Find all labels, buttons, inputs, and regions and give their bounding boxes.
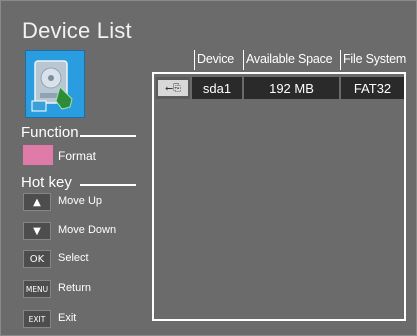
- column-header-filesystem: File System: [343, 52, 407, 66]
- filesystem-cell: FAT32: [341, 77, 404, 99]
- arrow-up-icon[interactable]: ▲: [23, 193, 51, 211]
- menu-key[interactable]: MENU: [23, 280, 51, 298]
- hotkey-label: Exit: [58, 312, 77, 324]
- column-header-device: Device: [197, 52, 235, 66]
- exit-key[interactable]: EXIT: [23, 310, 51, 328]
- format-color-key[interactable]: [23, 145, 53, 165]
- hotkey-label: Move Down: [58, 224, 117, 236]
- page-title: Device List: [22, 18, 132, 43]
- usb-icon: ⭠⎘: [158, 80, 188, 96]
- column-separator: [194, 50, 195, 70]
- ok-key[interactable]: OK: [23, 250, 51, 268]
- hotkey-heading: Hot key: [21, 174, 72, 191]
- column-header-space: Available Space: [246, 52, 333, 66]
- column-separator: [243, 50, 244, 70]
- function-heading: Function: [21, 124, 79, 141]
- hotkey-divider: [80, 184, 136, 186]
- hard-disk-icon: [25, 50, 85, 118]
- usb-cell: ⭠⎘: [156, 77, 190, 99]
- device-list-screen: Device List Function Format Hot key ▲ Mo…: [0, 0, 417, 336]
- format-label: Format: [58, 149, 97, 163]
- hotkey-label: Return: [58, 282, 92, 294]
- device-table: [152, 72, 406, 321]
- hotkey-label: Move Up: [58, 195, 103, 207]
- space-cell: 192 MB: [244, 77, 339, 99]
- arrow-down-icon[interactable]: ▼: [23, 222, 51, 240]
- column-separator: [340, 50, 341, 70]
- device-cell: sda1: [192, 77, 242, 99]
- function-divider: [80, 135, 136, 137]
- hotkey-label: Select: [58, 252, 89, 264]
- table-row[interactable]: ⭠⎘ sda1 192 MB FAT32: [156, 77, 404, 99]
